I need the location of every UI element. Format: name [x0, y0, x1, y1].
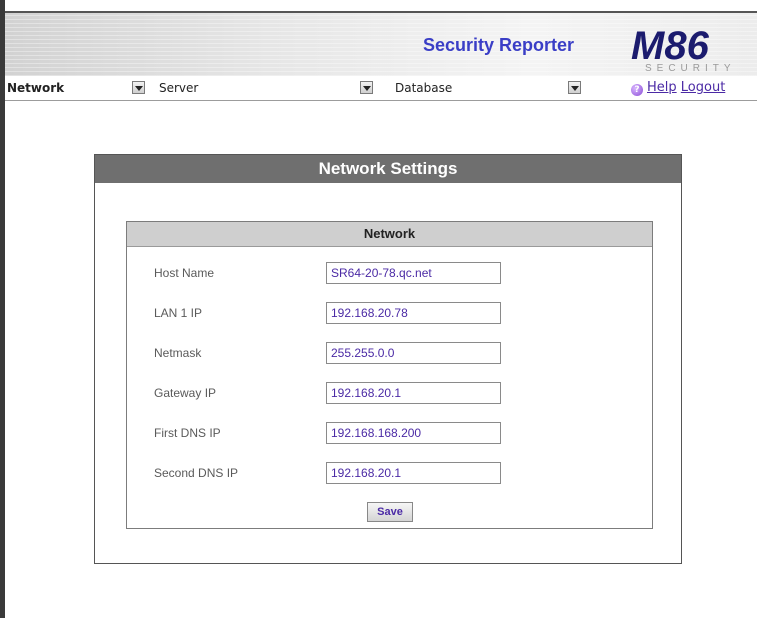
app-title: Security Reporter	[423, 35, 575, 55]
menu-network-label: Network	[7, 81, 65, 95]
app-header: Security Reporter M86 SECURITY	[5, 11, 757, 76]
menu-database[interactable]: Database	[381, 79, 611, 97]
second-dns-ip-row: Second DNS IP	[127, 462, 652, 486]
logout-link[interactable]: Logout	[681, 80, 726, 95]
logo-text: M86	[631, 24, 710, 68]
chevron-down-icon[interactable]	[360, 81, 373, 94]
network-settings-panel: Network Settings Network Host Name LAN 1…	[94, 154, 682, 564]
lan1-ip-label: LAN 1 IP	[154, 306, 203, 320]
help-logout-area: ? Help Logout	[631, 79, 725, 97]
netmask-label: Netmask	[154, 346, 202, 360]
menu-server-label: Server	[159, 81, 199, 95]
chevron-down-icon[interactable]	[132, 81, 145, 94]
host-name-input[interactable]	[326, 262, 501, 284]
first-dns-ip-input[interactable]	[326, 422, 501, 444]
help-icon[interactable]: ?	[631, 84, 643, 96]
second-dns-ip-input[interactable]	[326, 462, 501, 484]
section-title: Network	[127, 222, 652, 247]
gateway-ip-row: Gateway IP	[127, 382, 652, 406]
gateway-ip-input[interactable]	[326, 382, 501, 404]
lan1-ip-input[interactable]	[326, 302, 501, 324]
network-section: Network Host Name LAN 1 IP Netmask Gatew…	[126, 221, 653, 529]
panel-title: Network Settings	[95, 155, 681, 183]
first-dns-ip-row: First DNS IP	[127, 422, 652, 446]
host-name-row: Host Name	[127, 262, 652, 286]
menu-bar: Network Server Database ? Help Logout	[5, 76, 757, 101]
save-button[interactable]: Save	[367, 502, 413, 522]
first-dns-ip-label: First DNS IP	[154, 426, 221, 440]
netmask-row: Netmask	[127, 342, 652, 366]
menu-database-label: Database	[395, 81, 453, 95]
second-dns-ip-label: Second DNS IP	[154, 466, 239, 480]
logo-subtitle: SECURITY	[645, 63, 736, 74]
netmask-input[interactable]	[326, 342, 501, 364]
lan1-ip-row: LAN 1 IP	[127, 302, 652, 326]
menu-server[interactable]: Server	[145, 79, 375, 97]
help-link[interactable]: Help	[647, 80, 677, 95]
gateway-ip-label: Gateway IP	[154, 386, 217, 400]
chevron-down-icon[interactable]	[568, 81, 581, 94]
host-name-label: Host Name	[154, 266, 215, 280]
